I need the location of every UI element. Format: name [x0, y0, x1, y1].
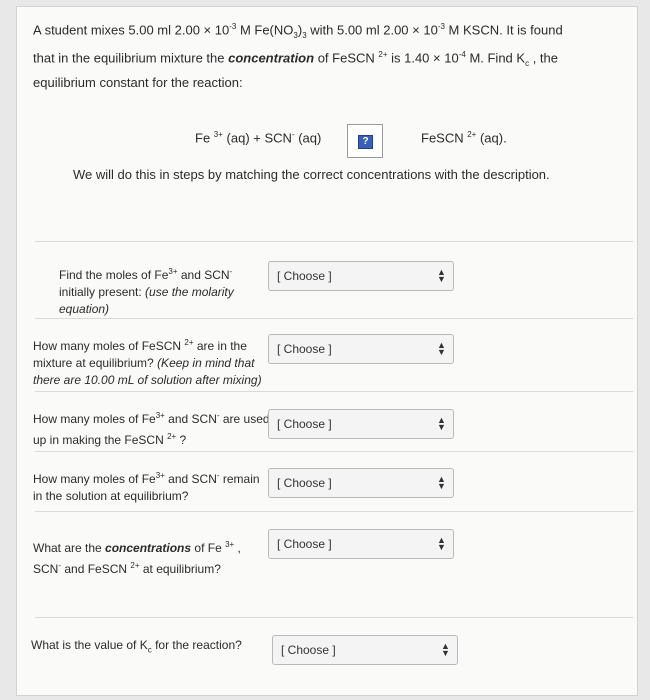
select-moles-remain[interactable]: [ Choose ] ▲ ▼: [268, 468, 454, 498]
select-kc-value[interactable]: [ Choose ] ▲ ▼: [272, 635, 458, 665]
question-kc-value: What is the value of Kc for the reaction…: [31, 638, 242, 655]
select-initial-moles[interactable]: [ Choose ] ▲ ▼: [268, 261, 454, 291]
select-moles-used[interactable]: [ Choose ] ▲ ▼: [268, 409, 454, 439]
chevron-updown-icon: ▲ ▼: [437, 474, 446, 491]
select-feSCN-moles[interactable]: [ Choose ] ▲ ▼: [268, 334, 454, 364]
chevron-updown-icon: ▲ ▼: [437, 267, 446, 284]
chevron-updown-icon: ▲ ▼: [437, 415, 446, 432]
products: FeSCN 2+ (aq).: [421, 130, 507, 146]
divider: [35, 241, 633, 242]
question-card: A student mixes 5.00 ml 2.00 × 10-3 M Fe…: [16, 6, 638, 696]
divider: [35, 391, 633, 392]
equilibrium-arrow-image: ?: [347, 124, 383, 158]
question-icon: ?: [358, 135, 373, 149]
chevron-updown-icon: ▲ ▼: [437, 340, 446, 357]
divider: [35, 451, 633, 452]
select-concentrations[interactable]: [ Choose ] ▲ ▼: [268, 529, 454, 559]
question-intro: A student mixes 5.00 ml 2.00 × 10-3 M Fe…: [33, 22, 563, 90]
question-feSCN-moles: How many moles of FeSCN 2+ are in the mi…: [33, 338, 262, 387]
steps-note: We will do this in steps by matching the…: [73, 167, 550, 182]
divider: [35, 318, 633, 319]
question-moles-remain: How many moles of Fe3+ and SCN- remain i…: [33, 471, 260, 503]
question-concentrations: What are the concentrations of Fe 3+ , S…: [33, 540, 241, 576]
question-initial-moles: Find the moles of Fe3+ and SCN- initiall…: [59, 267, 234, 316]
chevron-updown-icon: ▲ ▼: [437, 535, 446, 552]
reactants: Fe 3+ (aq) + SCN- (aq): [195, 130, 322, 146]
divider: [35, 617, 633, 618]
question-moles-used: How many moles of Fe3+ and SCN- are used…: [33, 411, 270, 447]
divider: [35, 511, 633, 512]
chevron-updown-icon: ▲ ▼: [441, 641, 450, 658]
